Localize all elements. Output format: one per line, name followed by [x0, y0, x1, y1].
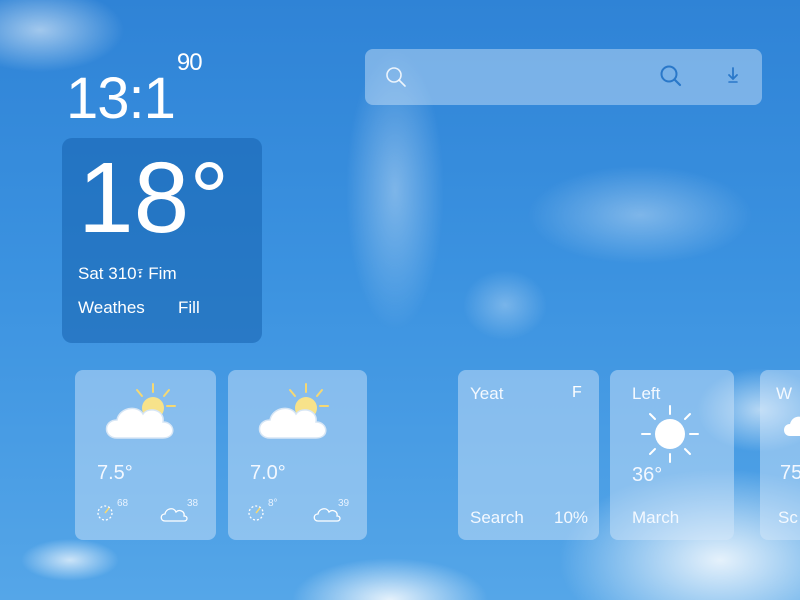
forecast-card[interactable]: 7.5° 68 38	[75, 370, 216, 540]
download-icon[interactable]	[723, 65, 743, 92]
current-extra: Fill	[178, 298, 200, 317]
forecast-card[interactable]: 7.0° 8° 39	[228, 370, 367, 540]
info-card-title: Left	[632, 384, 661, 403]
info-card-left[interactable]: Left 36° March	[610, 370, 734, 540]
current-weather-card[interactable]: 18° Sat 310፣ Fim Weathes Fill	[62, 138, 262, 343]
wind-gauge-icon	[246, 502, 270, 527]
info-card-title: Yeat	[470, 384, 504, 403]
forecast-temperature: 7.0°	[250, 462, 286, 484]
search-icon[interactable]	[383, 64, 409, 95]
forecast-stat-b: 38	[187, 498, 199, 509]
partly-cloudy-icon	[250, 380, 342, 451]
current-condition: Weathes	[78, 298, 145, 317]
info-card-temperature: 75	[780, 462, 800, 484]
clock: 13:190	[66, 50, 203, 128]
info-card-yeat[interactable]: Yeat F Search 10%	[458, 370, 599, 540]
partly-cloudy-icon	[97, 380, 189, 451]
info-card-badge: F	[572, 384, 582, 401]
clock-time: 13:1	[66, 66, 176, 131]
search-input[interactable]	[413, 63, 667, 93]
info-card-foot: Sc	[778, 508, 798, 527]
forecast-temperature: 7.5°	[97, 462, 133, 484]
forecast-stat-a: 8°	[268, 498, 278, 509]
info-card-partial[interactable]: W 75 Sc	[760, 370, 800, 540]
cloud-icon	[159, 504, 189, 529]
forecast-stat-a: 68	[117, 498, 129, 509]
search-bar[interactable]	[365, 49, 762, 105]
sun-icon	[638, 402, 702, 471]
current-temperature: 18°	[78, 142, 230, 254]
info-card-title: W	[776, 384, 793, 403]
info-card-foot: March	[632, 508, 680, 527]
current-date: Sat 310፣ Fim	[78, 264, 177, 283]
info-card-temperature: 36°	[632, 464, 663, 486]
cloud-icon	[780, 410, 800, 445]
clock-suffix: 90	[176, 48, 203, 76]
info-card-search-label: Search	[470, 508, 524, 527]
info-card-percent: 10%	[554, 508, 589, 527]
wind-gauge-icon	[95, 502, 119, 527]
forecast-stat-b: 39	[338, 498, 350, 509]
search-submit-icon[interactable]	[658, 63, 684, 94]
